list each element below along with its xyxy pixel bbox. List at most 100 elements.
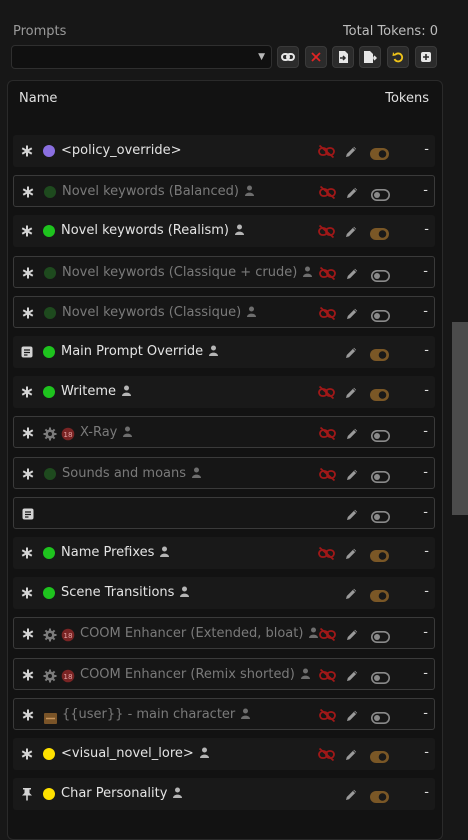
character-card-icon: [44, 709, 57, 724]
unlink-icon[interactable]: [319, 185, 336, 200]
pin-icon: [20, 786, 34, 802]
edit-icon[interactable]: [344, 787, 358, 801]
toggle-switch[interactable]: [370, 346, 389, 361]
unlink-icon[interactable]: [318, 385, 335, 400]
prompt-name: Char Personality: [61, 786, 183, 801]
user-icon: [121, 385, 131, 397]
unlink-icon[interactable]: [319, 426, 336, 441]
add-prompt-button[interactable]: [415, 46, 437, 68]
toggle-switch[interactable]: [370, 587, 389, 603]
delete-button[interactable]: [305, 46, 327, 68]
user-icon: [123, 426, 133, 438]
status-dot: [43, 145, 55, 157]
asterisk-icon: [21, 305, 35, 321]
prompt-row[interactable]: Sounds and moans -: [13, 456, 435, 489]
unlink-icon[interactable]: [319, 467, 336, 482]
toggle-switch[interactable]: [370, 386, 389, 402]
prompt-row[interactable]: Name Prefixes -: [13, 537, 435, 569]
edit-icon[interactable]: [345, 185, 359, 199]
unlink-icon[interactable]: [319, 306, 336, 321]
toggle-switch[interactable]: [370, 547, 389, 562]
edit-icon[interactable]: [344, 224, 358, 238]
prompt-row[interactable]: Scene Transitions -: [13, 577, 435, 610]
undo-icon: [392, 52, 404, 63]
edit-icon[interactable]: [345, 266, 359, 280]
prompt-row[interactable]: Novel keywords (Classique + crude) -: [13, 255, 435, 288]
prompt-row[interactable]: Novel keywords (Classique) -: [13, 295, 435, 328]
toggle-switch[interactable]: [370, 788, 389, 804]
prompt-row[interactable]: -: [13, 496, 435, 529]
prompt-name: Novel keywords (Classique + crude): [62, 265, 313, 280]
prompt-row[interactable]: Writeme -: [13, 376, 435, 409]
toggle-switch[interactable]: [371, 267, 390, 282]
adult-18-icon: 18: [61, 668, 75, 682]
unlink-icon[interactable]: [318, 144, 335, 159]
asterisk-icon: [20, 545, 34, 561]
unlink-icon[interactable]: [318, 747, 335, 762]
unlink-icon[interactable]: [319, 708, 336, 723]
edit-icon[interactable]: [345, 507, 359, 521]
status-dot: [43, 748, 55, 760]
asterisk-icon: [20, 223, 34, 239]
file-import-icon: [339, 51, 348, 63]
toggle-switch[interactable]: [371, 508, 390, 523]
asterisk-icon: [20, 384, 34, 400]
edit-icon[interactable]: [344, 345, 358, 359]
link-button[interactable]: [277, 46, 299, 68]
edit-icon[interactable]: [345, 668, 359, 682]
user-icon: [244, 185, 254, 197]
svg-text:18: 18: [63, 631, 73, 640]
edit-icon[interactable]: [344, 144, 358, 158]
toggle-switch[interactable]: [371, 307, 390, 322]
status-dot: [44, 306, 56, 319]
unlink-icon[interactable]: [319, 266, 336, 281]
prompt-row[interactable]: Main Prompt Override -: [13, 336, 435, 368]
scrollbar[interactable]: [452, 322, 468, 515]
edit-icon[interactable]: [345, 627, 359, 641]
edit-icon[interactable]: [344, 546, 358, 560]
prompt-row[interactable]: <visual_novel_lore> -: [13, 738, 435, 770]
unlink-icon[interactable]: [319, 627, 336, 642]
prompt-row[interactable]: 18 X-Ray -: [13, 416, 435, 449]
prompt-row[interactable]: 18 COOM Enhancer (Extended, bloat) -: [13, 617, 435, 650]
prompt-name: COOM Enhancer (Remix shorted): [80, 667, 310, 682]
prompt-row[interactable]: 18 COOM Enhancer (Remix shorted) -: [13, 657, 435, 690]
prompt-preset-select[interactable]: ▼: [11, 45, 272, 69]
prompt-name: {{user}} - main character: [62, 707, 251, 722]
user-icon: [209, 345, 219, 356]
import-button[interactable]: [332, 46, 354, 68]
edit-icon[interactable]: [345, 306, 359, 320]
user-icon: [199, 747, 209, 758]
gear-icon: [43, 627, 57, 642]
toggle-switch[interactable]: [371, 468, 390, 483]
toggle-switch[interactable]: [371, 669, 390, 684]
unlink-icon[interactable]: [318, 224, 335, 239]
unlink-icon[interactable]: [319, 668, 336, 683]
prompt-row[interactable]: Novel keywords (Realism) -: [13, 215, 435, 248]
toggle-switch[interactable]: [371, 628, 390, 644]
reset-button[interactable]: [387, 46, 409, 68]
prompt-row[interactable]: Char Personality -: [13, 778, 435, 811]
edit-icon[interactable]: [344, 385, 358, 399]
toggle-switch[interactable]: [371, 186, 390, 202]
prompt-name: Scene Transitions: [61, 585, 190, 600]
asterisk-icon: [20, 746, 34, 762]
edit-icon[interactable]: [344, 747, 358, 761]
user-icon: [180, 586, 190, 598]
unlink-icon[interactable]: [318, 546, 335, 561]
edit-icon[interactable]: [344, 586, 358, 600]
user-icon: [247, 306, 257, 317]
export-button[interactable]: [359, 46, 381, 68]
toggle-switch[interactable]: [371, 427, 390, 443]
prompt-name: Writeme: [61, 384, 131, 399]
edit-icon[interactable]: [345, 708, 359, 722]
toggle-switch[interactable]: [370, 145, 389, 160]
edit-icon[interactable]: [345, 426, 359, 440]
toggle-switch[interactable]: [371, 709, 390, 724]
prompt-row[interactable]: <policy_override> -: [13, 135, 435, 167]
prompt-row[interactable]: {{user}} - main character -: [13, 697, 435, 730]
toggle-switch[interactable]: [370, 748, 389, 763]
edit-icon[interactable]: [345, 467, 359, 481]
toggle-switch[interactable]: [370, 225, 389, 241]
prompt-row[interactable]: Novel keywords (Balanced) -: [13, 175, 435, 208]
